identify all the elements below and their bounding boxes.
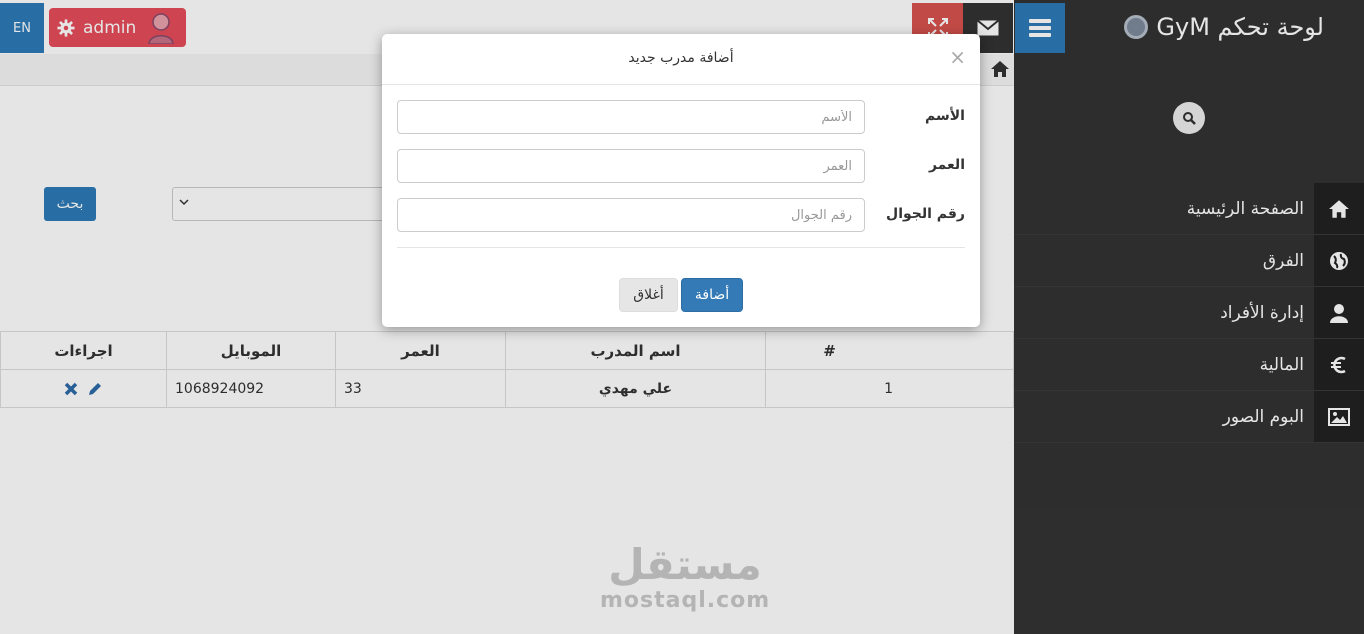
add-trainer-modal: أضافة مدرب جديد × الأسم العمر رقم الجوال… xyxy=(382,34,980,327)
close-icon[interactable]: × xyxy=(949,47,966,67)
mobile-field[interactable] xyxy=(397,198,865,232)
name-label: الأسم xyxy=(925,108,965,124)
name-row: الأسم xyxy=(397,100,965,134)
modal-header: أضافة مدرب جديد × xyxy=(382,34,980,85)
age-field[interactable] xyxy=(397,149,865,183)
name-field[interactable] xyxy=(397,100,865,134)
mobile-row: رقم الجوال xyxy=(397,198,965,232)
mobile-label: رقم الجوال xyxy=(886,206,965,222)
age-row: العمر xyxy=(397,149,965,183)
close-button[interactable]: أغلاق xyxy=(619,278,678,312)
modal-title: أضافة مدرب جديد xyxy=(628,50,734,66)
modal-divider xyxy=(397,247,965,248)
add-button[interactable]: أضافة xyxy=(681,278,743,312)
age-label: العمر xyxy=(928,157,965,173)
